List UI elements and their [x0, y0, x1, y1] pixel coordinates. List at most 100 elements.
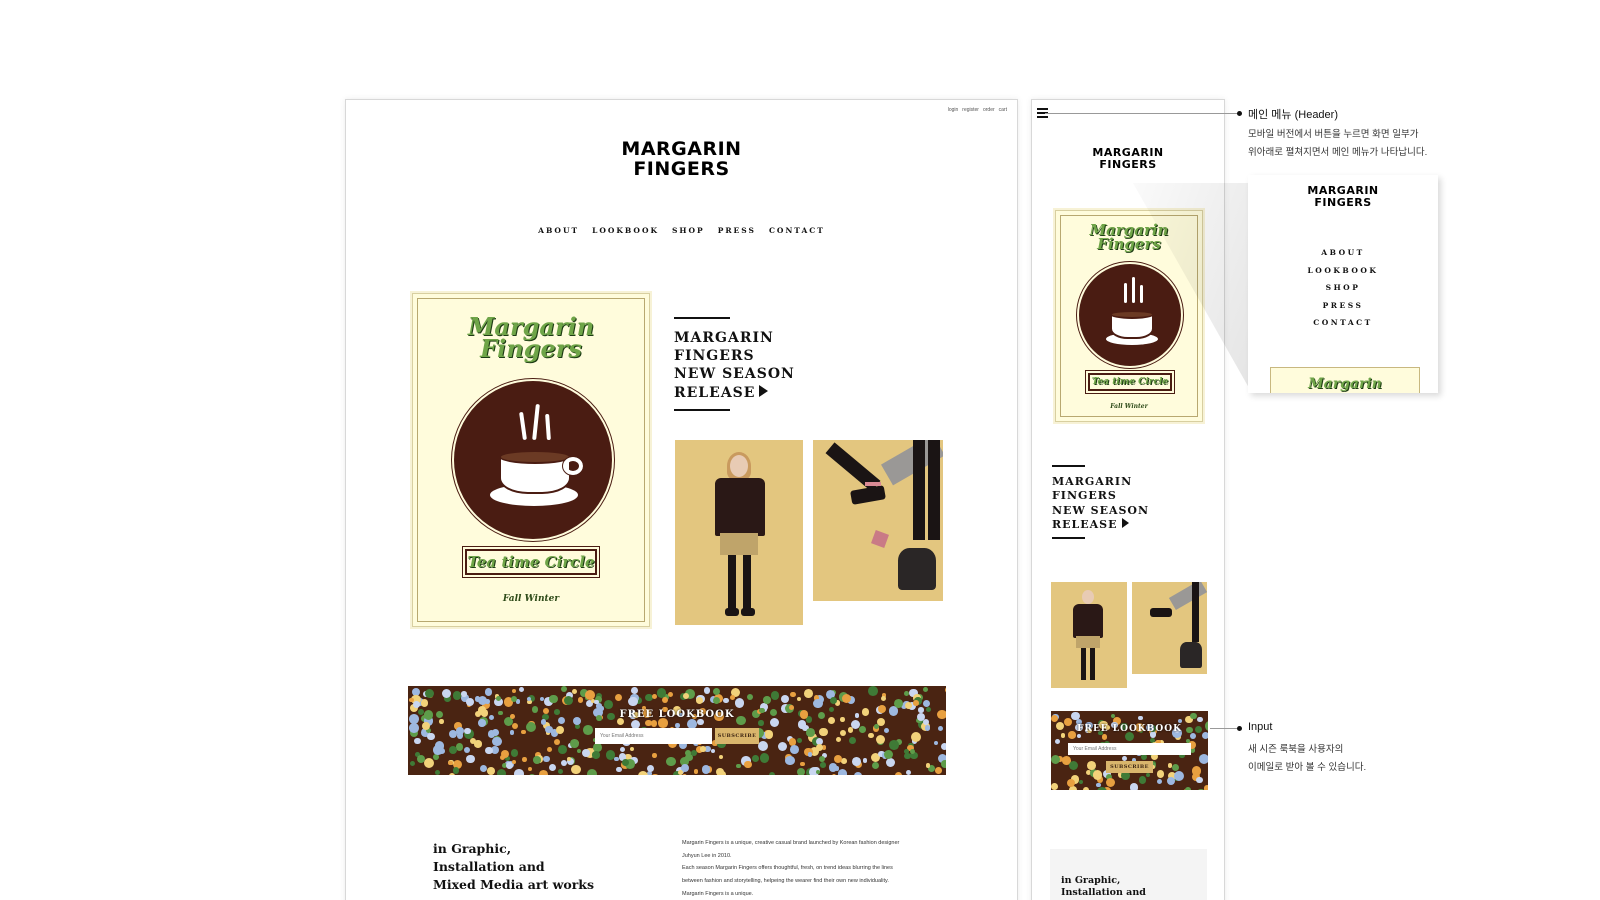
about-heading-line3: Mixed Media art works: [433, 877, 595, 893]
pattern-flower: [413, 701, 420, 708]
pattern-flower: [466, 754, 475, 764]
pattern-flower: [522, 757, 527, 762]
pattern-flower: [512, 689, 517, 694]
pattern-flower: [656, 687, 667, 698]
popup-brand-logo[interactable]: MARGARIN FINGERS: [1248, 185, 1438, 208]
pattern-flower: [820, 762, 827, 768]
order-link[interactable]: order: [983, 107, 995, 113]
pattern-flower: [1051, 755, 1061, 765]
lookbook-photo-model[interactable]: [675, 440, 803, 625]
pattern-flower: [549, 694, 558, 704]
popup-poster-script: Margarin: [1308, 376, 1382, 392]
popup-nav-press[interactable]: PRESS: [1248, 301, 1438, 310]
pattern-flower: [934, 741, 939, 746]
pattern-flower: [691, 749, 698, 756]
pattern-flower: [849, 736, 856, 744]
input-annotation-dot: [1237, 726, 1242, 731]
about-text-line2: Juhyun Lee in 2010.: [682, 852, 732, 859]
nav-about[interactable]: ABOUT: [538, 226, 579, 235]
play-arrow-icon[interactable]: [759, 384, 769, 397]
mobile-lookbook-photo-shoes[interactable]: [1132, 582, 1207, 674]
pattern-flower: [700, 746, 706, 752]
pattern-flower: [701, 764, 711, 774]
pattern-flower: [557, 769, 563, 775]
pattern-flower: [448, 760, 453, 766]
pattern-flower: [713, 697, 721, 705]
mobile-poster-tag: Tea time Circle: [1085, 370, 1175, 394]
pattern-flower: [577, 697, 584, 703]
pattern-flower: [477, 695, 487, 705]
nav-press[interactable]: PRESS: [718, 226, 756, 235]
pattern-flower: [1086, 761, 1096, 770]
mobile-brand-logo[interactable]: MARGARIN FINGERS: [1032, 147, 1224, 170]
pattern-flower: [903, 690, 909, 696]
pattern-flower: [456, 726, 465, 735]
mobile-subscribe-button[interactable]: SUBSCRIBE: [1106, 761, 1153, 773]
login-link[interactable]: login: [948, 107, 959, 113]
pattern-flower: [614, 693, 623, 702]
pattern-flower: [852, 756, 862, 766]
pattern-flower: [1051, 782, 1059, 790]
brand-logo[interactable]: MARGARIN FINGERS: [346, 139, 1017, 180]
about-heading-line1: in Graphic,: [433, 841, 512, 856]
pattern-flower: [862, 757, 868, 763]
popup-nav-about[interactable]: ABOUT: [1248, 248, 1438, 257]
pattern-flower: [528, 773, 537, 775]
pattern-flower: [722, 697, 729, 704]
mobile-lookbook-photo-model[interactable]: [1051, 582, 1127, 688]
pattern-flower: [893, 699, 903, 708]
pattern-flower: [924, 725, 931, 731]
pattern-flower: [854, 772, 863, 775]
hamburger-menu-icon[interactable]: [1037, 108, 1048, 120]
mobile-play-arrow-icon[interactable]: [1121, 517, 1129, 528]
cart-link[interactable]: cart: [999, 107, 1007, 113]
pattern-flower: [497, 769, 506, 775]
popup-nav-shop[interactable]: SHOP: [1248, 283, 1438, 292]
email-input[interactable]: [595, 728, 712, 744]
mobile-release-block: MARGARIN FINGERS NEW SEASON RELEASE: [1052, 465, 1150, 540]
mobile-email-input[interactable]: [1068, 743, 1191, 755]
pattern-flower: [886, 757, 896, 767]
header-annotation-desc-line1: 모바일 버전에서 버튼을 누르면 화면 일부가: [1248, 129, 1419, 140]
pattern-flower: [1078, 779, 1083, 784]
mobile-newsletter-banner: FREE LOOKBOOK SUBSCRIBE: [1051, 711, 1208, 790]
pattern-flower: [486, 766, 495, 775]
popup-nav-lookbook[interactable]: LOOKBOOK: [1248, 266, 1438, 275]
pattern-flower: [549, 764, 557, 772]
pattern-flower: [1168, 763, 1173, 768]
popup-nav-contact[interactable]: CONTACT: [1248, 318, 1438, 327]
input-annotation-desc-line2: 이메일로 받아 볼 수 있습니다.: [1248, 762, 1367, 774]
mobile-release-line3: NEW SEASON: [1052, 503, 1150, 517]
pattern-flower: [797, 720, 807, 729]
pattern-flower: [427, 732, 435, 741]
pattern-flower: [433, 754, 439, 760]
pattern-flower: [934, 767, 942, 775]
nav-lookbook[interactable]: LOOKBOOK: [592, 226, 659, 235]
pattern-flower: [836, 736, 842, 742]
nav-shop[interactable]: SHOP: [672, 226, 705, 235]
input-annotation-desc-line1: 새 시즌 룩북을 사용자의: [1248, 744, 1344, 755]
subscribe-button[interactable]: SUBSCRIBE: [715, 728, 759, 744]
pattern-flower: [813, 698, 823, 709]
pattern-flower: [1166, 776, 1175, 785]
mobile-release-line4-row[interactable]: RELEASE: [1052, 517, 1149, 532]
lookbook-photo-shoes[interactable]: [813, 440, 943, 601]
season-poster[interactable]: Margarin Fingers Tea time Circle Fall Wi…: [410, 291, 652, 629]
header-annotation-title: 메인 메뉴 (Header): [1248, 109, 1338, 121]
nav-contact[interactable]: CONTACT: [769, 226, 825, 235]
pattern-flower: [718, 754, 723, 759]
pattern-flower: [478, 719, 486, 727]
pattern-flower: [615, 766, 622, 773]
pattern-flower: [1184, 787, 1191, 790]
pattern-flower: [763, 695, 771, 704]
pattern-flower: [868, 732, 874, 739]
register-link[interactable]: register: [962, 107, 979, 113]
pattern-flower: [582, 725, 593, 735]
release-block: MARGARIN FINGERS NEW SEASON RELEASE: [674, 317, 795, 411]
release-line4-row[interactable]: RELEASE: [674, 384, 795, 402]
pattern-flower: [871, 762, 879, 770]
pattern-flower: [758, 720, 764, 726]
pattern-flower: [894, 771, 902, 775]
pattern-flower: [752, 755, 759, 762]
pattern-flower: [1203, 785, 1208, 790]
